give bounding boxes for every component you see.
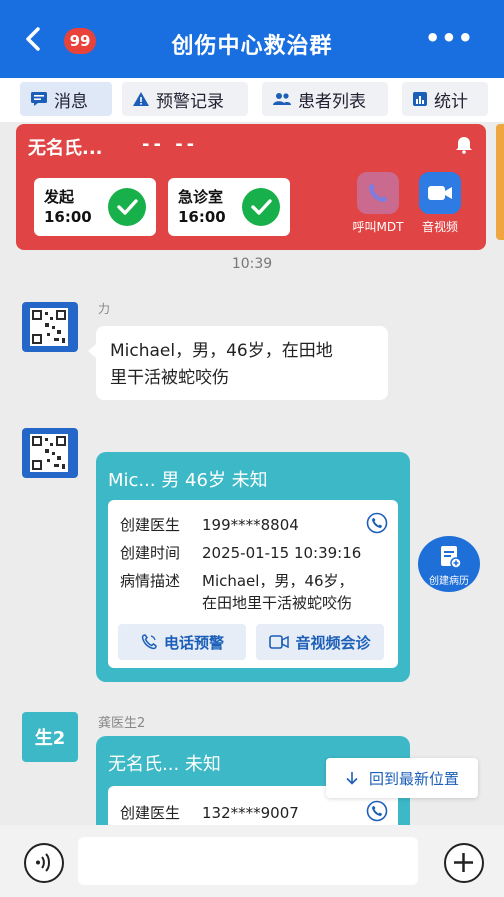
jump-label: 回到最新位置 [368, 769, 459, 788]
sender-name: 力 [98, 302, 111, 316]
detail-key: 病情描述 [120, 572, 181, 590]
detail-value: 2025-01-15 10:39:16 [202, 544, 362, 562]
call-mdt-button[interactable]: 呼叫MDT [348, 172, 408, 235]
voice-icon[interactable] [24, 843, 64, 883]
detail-key: 创建时间 [120, 544, 181, 562]
button-label: 音视频会诊 [295, 633, 371, 652]
tab-patients[interactable]: 患者列表 [262, 82, 388, 116]
message-text: Michael，男，46岁，在田地 [110, 341, 333, 361]
avatar[interactable]: 生2 [22, 712, 78, 762]
patient-name: 无名氏... [28, 138, 103, 159]
action-label: 音视频 [421, 220, 458, 234]
tab-label: 统计 [434, 91, 468, 112]
more-icon[interactable]: ••• [425, 24, 474, 52]
tab-stats[interactable]: 统计 [402, 82, 488, 116]
step-label: 发起 [44, 188, 75, 206]
create-record-button[interactable]: 创建病历 [418, 536, 480, 592]
next-card-edge [496, 124, 504, 240]
phone-icon [141, 634, 157, 650]
message-timestamp: 10:39 [231, 256, 273, 272]
detail-row: 病情描述 Michael，男，46岁， [120, 570, 354, 591]
detail-value: Michael，男，46岁， [202, 572, 354, 590]
action-label: 呼叫MDT [352, 220, 404, 234]
step-time: 16:00 [44, 208, 92, 226]
detail-value: 132****9007 [202, 804, 299, 822]
phone-icon [357, 172, 399, 214]
phone-icon[interactable] [366, 800, 388, 826]
input-bar [0, 825, 504, 897]
avatar[interactable] [22, 302, 78, 352]
detail-row: 创建时间 2025-01-15 10:39:16 [120, 542, 361, 563]
detail-value-cont: 在田地里干活被蛇咬伤 [202, 594, 353, 612]
detail-row: 创建医生 199****8804 [120, 514, 299, 535]
tab-label: 预警记录 [156, 91, 224, 112]
check-icon [242, 188, 280, 226]
check-icon [108, 188, 146, 226]
avatar[interactable] [22, 428, 78, 478]
case-details: 创建医生 199****8804 创建时间 2025-01-15 10:39:16 … [108, 500, 398, 668]
button-label: 电话预警 [163, 633, 224, 652]
detail-row: 创建医生 132****9007 [120, 802, 299, 823]
warning-icon [133, 92, 149, 106]
phone-alert-button[interactable]: 电话预警 [118, 624, 246, 660]
case-title: Mic... 男 46岁 未知 [108, 470, 268, 491]
case-title: 无名氏... 未知 [108, 754, 221, 775]
step-time: 16:00 [178, 208, 226, 226]
alert-placeholder: -- -- [142, 134, 199, 155]
message-icon [31, 92, 47, 106]
alert-card[interactable]: 无名氏... -- -- 发起 16:00 急诊室 16:00 呼叫MDT 音视… [16, 124, 486, 250]
step-label: 急诊室 [178, 188, 224, 206]
video-icon [269, 635, 290, 649]
detail-value: 199****8804 [202, 516, 299, 534]
tab-label: 消息 [54, 91, 88, 112]
text-message[interactable]: Michael，男，46岁，在田地 里干活被蛇咬伤 [88, 326, 388, 400]
step-start: 发起 16:00 [34, 178, 156, 236]
sender-name: 龚医生2 [98, 716, 146, 731]
people-icon [273, 93, 291, 105]
tab-messages[interactable]: 消息 [20, 82, 112, 116]
jump-to-latest-button[interactable]: 回到最新位置 [326, 758, 478, 798]
step-emergency-room: 急诊室 16:00 [168, 178, 290, 236]
fab-label: 创建病历 [429, 576, 469, 587]
tab-bar: 消息 预警记录 患者列表 统计 [0, 78, 504, 122]
document-icon [441, 546, 462, 569]
tab-warnings[interactable]: 预警记录 [122, 82, 248, 116]
av-consult-button[interactable]: 音视频会诊 [256, 624, 384, 660]
qr-code-icon [30, 434, 68, 472]
top-bar: 99 创伤中心救治群 ••• [0, 0, 504, 78]
tab-label: 患者列表 [298, 91, 366, 112]
detail-key: 创建医生 [120, 516, 181, 534]
message-input[interactable] [78, 837, 418, 885]
bell-icon[interactable] [454, 134, 474, 158]
arrow-down-icon [346, 772, 358, 785]
case-card[interactable]: Mic... 男 46岁 未知 创建医生 199****8804 创建时间 2025… [96, 452, 410, 682]
av-call-button[interactable]: 音视频 [410, 172, 470, 235]
qr-code-icon [30, 308, 68, 346]
phone-icon[interactable] [366, 512, 388, 538]
video-icon [419, 172, 461, 214]
plus-icon[interactable] [444, 843, 484, 883]
detail-key: 创建医生 [120, 804, 181, 822]
bar-chart-icon [413, 92, 427, 106]
message-text: 里干活被蛇咬伤 [110, 368, 229, 388]
